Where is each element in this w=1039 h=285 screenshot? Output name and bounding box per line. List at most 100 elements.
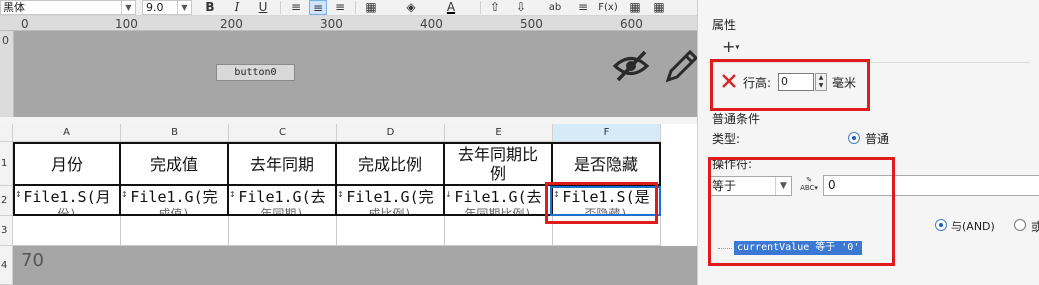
chevron-down-icon[interactable]: ▼ bbox=[177, 1, 191, 14]
vertical-align-button[interactable]: ⇧ bbox=[486, 0, 504, 15]
data-cell-text: File1.S(月 bbox=[23, 188, 111, 206]
normal-condition-label: 普通条件 bbox=[712, 112, 761, 126]
data-cell-text: File1.G(去 bbox=[454, 188, 542, 206]
add-button[interactable]: +▾ bbox=[722, 38, 750, 58]
align-left-button[interactable]: ≡ bbox=[287, 0, 305, 15]
empty-cell[interactable] bbox=[445, 216, 553, 246]
or-radio[interactable] bbox=[1014, 219, 1026, 231]
expand-marker-icon: ↕ bbox=[337, 190, 344, 199]
empty-cell[interactable] bbox=[337, 216, 445, 246]
and-radio[interactable] bbox=[935, 219, 947, 231]
vertical-ruler: 0 bbox=[0, 31, 14, 117]
or-label: 或 bbox=[1031, 220, 1039, 234]
pencil-icon[interactable] bbox=[662, 46, 698, 86]
font-size-value: 9.0 bbox=[146, 1, 164, 14]
highlight-box-cell bbox=[545, 182, 658, 224]
column-header-e[interactable]: E bbox=[445, 124, 553, 142]
data-cell-subtext: 年同期) bbox=[260, 207, 304, 216]
table-icon-2[interactable]: ▦ bbox=[650, 0, 668, 15]
data-cell-text: File1.G(完 bbox=[346, 188, 434, 206]
ruler-mark: 0 bbox=[21, 17, 29, 31]
expand-marker-icon: ↕ bbox=[121, 190, 128, 199]
chevron-down-icon[interactable]: ▼ bbox=[121, 1, 135, 14]
type-label: 类型: bbox=[712, 132, 741, 146]
ruler-mark: 600 bbox=[620, 17, 643, 31]
section-title: 属性 bbox=[712, 18, 737, 32]
format-toolbar: 黑体 ▼ 9.0 ▼ B I U ≡ ≡ ≡ ▦ ◈ A ⇧ ⇩ ab ≡ F(… bbox=[0, 0, 697, 16]
font-size-select[interactable]: 9.0 ▼ bbox=[142, 0, 192, 15]
type-normal-label: 普通 bbox=[865, 132, 890, 146]
and-label: 与(AND) bbox=[951, 220, 995, 233]
header-cell-ratio[interactable]: 完成比例 bbox=[337, 142, 445, 186]
data-cell-subtext: 成值) bbox=[158, 207, 190, 216]
row-header-4[interactable]: 4 bbox=[0, 246, 13, 285]
function-button[interactable]: F(x) bbox=[596, 0, 620, 15]
column-header-b[interactable]: B bbox=[121, 124, 229, 142]
expand-marker-icon: ↓ bbox=[445, 190, 452, 199]
font-color-button[interactable]: A bbox=[442, 0, 460, 15]
table-icon[interactable]: ▦ bbox=[626, 0, 644, 15]
row-header-3[interactable]: 3 bbox=[0, 216, 13, 246]
row-header-1[interactable]: 1 bbox=[0, 142, 13, 186]
data-cell-text: File1.G(完 bbox=[130, 188, 218, 206]
column-header-c[interactable]: C bbox=[229, 124, 337, 142]
chevron-down-icon: ▾ bbox=[735, 42, 740, 52]
data-cell-text: File1.G(去 bbox=[238, 188, 326, 206]
properties-panel: 属性 +▾ 行高: 0 ▲ ▼ 毫米 普通条件 类型: 普通 操作符: 等于 ▼ … bbox=[697, 0, 1039, 285]
row-header-2[interactable]: 2 bbox=[0, 186, 13, 216]
ruler-mark: 200 bbox=[220, 17, 243, 31]
data-cell-subtext: 成比例) bbox=[368, 207, 412, 216]
bold-button[interactable]: B bbox=[201, 0, 219, 15]
ruler-mark: 0 bbox=[2, 34, 9, 47]
expand-marker-icon: ↕ bbox=[229, 190, 236, 199]
column-header-a[interactable]: A bbox=[13, 124, 121, 142]
wrap-text-button[interactable]: ab bbox=[546, 0, 564, 15]
data-cell-last-year[interactable]: ↕ File1.G(去 年同期) bbox=[229, 186, 337, 216]
highlight-box-row-height bbox=[710, 59, 870, 111]
ruler-mark: 100 bbox=[115, 17, 138, 31]
design-canvas[interactable]: button0 bbox=[14, 31, 698, 117]
divider-strip bbox=[0, 117, 697, 124]
horizontal-ruler: 0 100 200 300 400 500 600 bbox=[0, 16, 697, 31]
column-header-d[interactable]: D bbox=[337, 124, 445, 142]
data-cell-subtext: 年同期比例) bbox=[464, 207, 532, 216]
header-cell-hidden[interactable]: 是否隐藏 bbox=[553, 142, 661, 186]
data-cell-subtext: 份) bbox=[57, 207, 77, 216]
font-name-value: 黑体 bbox=[3, 1, 25, 14]
select-all-corner[interactable] bbox=[0, 124, 13, 142]
toolbar-divider bbox=[280, 1, 281, 14]
header-cell-last-year[interactable]: 去年同期 bbox=[229, 142, 337, 186]
align-center-button[interactable]: ≡ bbox=[309, 0, 327, 15]
vertical-align-button-2[interactable]: ⇩ bbox=[512, 0, 530, 15]
empty-cell[interactable] bbox=[13, 216, 121, 246]
plus-icon: + bbox=[722, 37, 736, 56]
empty-cell[interactable] bbox=[229, 216, 337, 246]
toolbar-divider bbox=[355, 1, 356, 14]
canvas-button-widget[interactable]: button0 bbox=[216, 64, 295, 81]
toolbar-divider bbox=[480, 1, 481, 14]
data-cell-actual[interactable]: ↕ File1.G(完 成值) bbox=[121, 186, 229, 216]
overlay-number: 70 bbox=[21, 250, 44, 271]
report-footer-area[interactable]: 70 bbox=[13, 246, 697, 285]
merge-button[interactable]: ≡ bbox=[574, 0, 592, 15]
highlight-box-condition bbox=[708, 157, 895, 266]
ruler-mark: 300 bbox=[320, 17, 343, 31]
italic-button[interactable]: I bbox=[228, 0, 246, 15]
data-cell-ratio[interactable]: ↕ File1.G(完 成比例) bbox=[337, 186, 445, 216]
type-normal-radio[interactable] bbox=[848, 132, 860, 144]
header-cell-last-year-ratio[interactable]: 去年同期比例 bbox=[445, 142, 553, 186]
header-cell-actual[interactable]: 完成值 bbox=[121, 142, 229, 186]
empty-cell[interactable] bbox=[121, 216, 229, 246]
ruler-mark: 500 bbox=[520, 17, 543, 31]
underline-button[interactable]: U bbox=[254, 0, 272, 15]
ruler-mark: 400 bbox=[420, 17, 443, 31]
align-right-button[interactable]: ≡ bbox=[331, 0, 349, 15]
header-cell-month[interactable]: 月份 bbox=[13, 142, 121, 186]
column-header-f[interactable]: F bbox=[553, 124, 661, 142]
borders-button[interactable]: ▦ bbox=[362, 0, 380, 15]
data-cell-last-year-ratio[interactable]: ↓ File1.G(去 年同期比例) bbox=[445, 186, 553, 216]
eye-off-icon[interactable] bbox=[612, 49, 650, 83]
fill-color-button[interactable]: ◈ bbox=[402, 0, 420, 15]
font-name-select[interactable]: 黑体 ▼ bbox=[0, 0, 136, 15]
data-cell-month[interactable]: ↕ File1.S(月 份) bbox=[13, 186, 121, 216]
